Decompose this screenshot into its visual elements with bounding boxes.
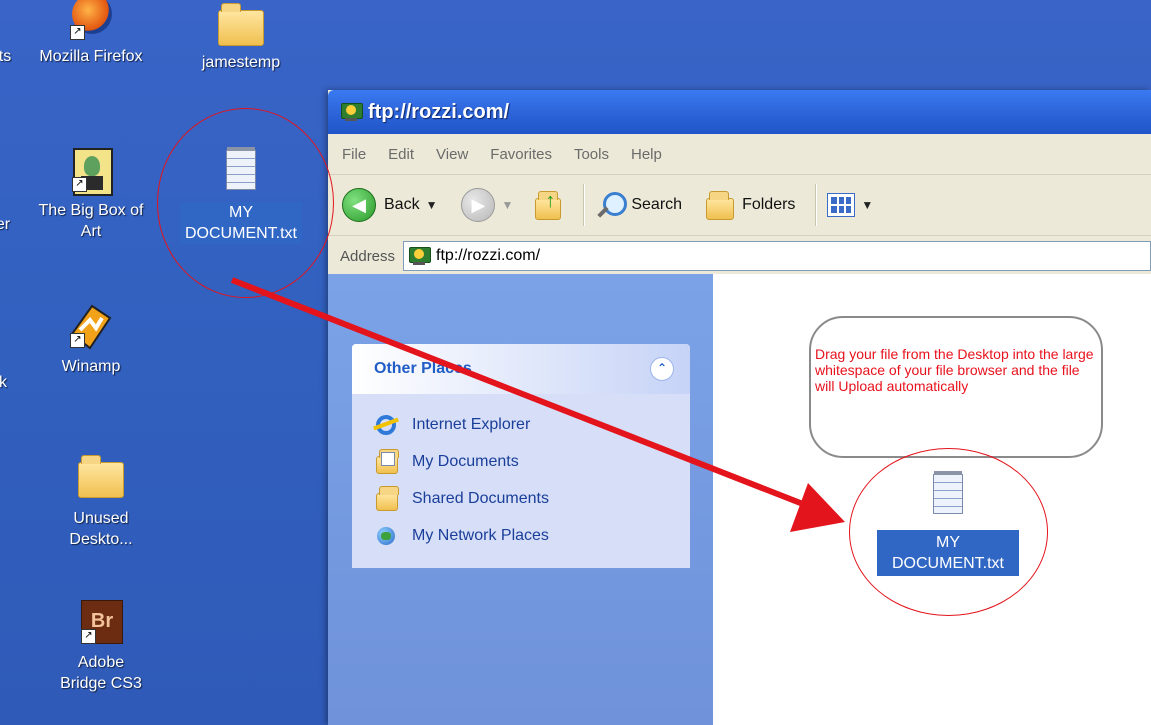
folders-icon — [702, 190, 736, 220]
toolbar: ◀ Back ▼ ▶ ▼ ↑ Search Folders ▼ — [328, 175, 1151, 236]
search-icon — [595, 190, 628, 220]
desktop-icon-adobe-bridge[interactable]: Br ↗ Adobe Bridge CS3 — [36, 598, 166, 694]
desktop-icon-label: ts — [0, 48, 12, 65]
place-label: My Network Places — [412, 526, 549, 544]
chevron-down-icon[interactable]: ▼ — [426, 198, 438, 212]
desktop-icon-unused-desktop[interactable]: Unused Deskto... — [36, 454, 166, 550]
desktop-icon-winamp[interactable]: ↗ Winamp — [26, 304, 156, 377]
chevron-down-icon[interactable]: ▼ — [861, 198, 873, 212]
title-bar[interactable]: ftp://rozzi.com/ — [328, 90, 1151, 134]
window-title: ftp://rozzi.com/ — [368, 100, 510, 123]
chevron-down-icon[interactable]: ▼ — [501, 198, 513, 212]
task-pane: Other Places ⌃ Internet Explorer My Docu… — [328, 274, 713, 725]
place-internet-explorer[interactable]: Internet Explorer — [352, 406, 690, 443]
desktop-icon-label: The Big Box of Art — [38, 202, 144, 240]
forward-arrow-icon: ▶ — [461, 188, 496, 222]
folders-label: Folders — [742, 196, 796, 213]
address-field[interactable]: ftp://rozzi.com/ — [403, 241, 1151, 271]
menu-tools[interactable]: Tools — [574, 146, 609, 163]
desktop-icon-jamestemp[interactable]: jamestemp — [176, 3, 306, 73]
adobe-bridge-icon: Br ↗ — [79, 598, 123, 646]
other-places-title: Other Places — [374, 360, 472, 377]
place-label: My Documents — [412, 452, 519, 470]
desktop-icon-label: Mozilla Firefox — [39, 48, 143, 65]
search-button[interactable]: Search — [595, 190, 682, 220]
my-documents-icon — [376, 448, 399, 474]
up-folder-button[interactable]: ↑ — [533, 190, 563, 220]
menu-view[interactable]: View — [436, 146, 468, 163]
address-value: ftp://rozzi.com/ — [436, 247, 541, 264]
desktop-icon-big-box-of-art[interactable]: ↗ The Big Box of Art — [26, 148, 156, 242]
address-label: Address — [340, 247, 396, 265]
back-arrow-icon: ◀ — [342, 188, 376, 222]
menu-favorites[interactable]: Favorites — [490, 146, 552, 163]
network-globe-icon — [376, 526, 398, 546]
views-button[interactable]: ▼ — [827, 193, 873, 217]
place-label: Internet Explorer — [412, 415, 531, 433]
search-label: Search — [631, 196, 683, 213]
shared-folder-icon — [376, 485, 399, 511]
place-label: Shared Documents — [412, 489, 549, 507]
instruction-callout: Drag your file from the Desktop into the… — [809, 316, 1103, 458]
up-folder-icon: ↑ — [533, 190, 563, 220]
address-bar: Address ftp://rozzi.com/ — [328, 236, 1151, 277]
menu-help[interactable]: Help — [631, 146, 662, 163]
winamp-icon: ↗ — [68, 304, 114, 350]
place-my-documents[interactable]: My Documents — [352, 443, 690, 480]
forward-button[interactable]: ▶ ▼ — [461, 188, 513, 222]
portrait-icon: ↗ — [70, 148, 113, 196]
other-places-panel: Other Places ⌃ Internet Explorer My Docu… — [352, 344, 690, 568]
folder-icon — [218, 3, 264, 46]
toolbar-separator — [583, 184, 586, 226]
back-label: Back — [384, 196, 420, 213]
annotation-circle-desktop — [157, 108, 334, 298]
desktop-icon-firefox[interactable]: ↗ Mozilla Firefox — [26, 0, 156, 67]
place-shared-documents[interactable]: Shared Documents — [352, 480, 690, 517]
menu-file[interactable]: File — [342, 146, 366, 163]
ftp-site-icon — [408, 247, 432, 265]
desktop-icon-label: Adobe Bridge CS3 — [60, 654, 142, 692]
annotation-circle-ftp — [849, 448, 1048, 616]
menu-edit[interactable]: Edit — [388, 146, 414, 163]
desktop-icon-label: Unused Deskto... — [69, 510, 133, 548]
folder-icon — [78, 454, 124, 502]
collapse-chevron-icon[interactable]: ⌃ — [650, 357, 674, 381]
back-button[interactable]: ◀ Back ▼ — [342, 188, 437, 222]
folders-button[interactable]: Folders — [702, 190, 795, 220]
instruction-text: Drag your file from the Desktop into the… — [815, 346, 1094, 394]
other-places-header[interactable]: Other Places ⌃ — [352, 344, 690, 394]
desktop-icon-label: Winamp — [61, 358, 121, 375]
desktop-icon-label: k — [0, 374, 7, 391]
place-my-network-places[interactable]: My Network Places — [352, 517, 690, 554]
explorer-window: ftp://rozzi.com/ File Edit View Favorite… — [328, 90, 1151, 725]
ftp-site-icon — [340, 103, 363, 121]
internet-explorer-icon — [373, 414, 399, 435]
desktop-icon-label: er — [0, 216, 11, 233]
firefox-icon: ↗ — [68, 0, 114, 40]
menu-bar: File Edit View Favorites Tools Help — [328, 134, 1151, 175]
toolbar-separator — [815, 184, 818, 226]
views-icon — [827, 193, 856, 217]
desktop-icon-label: jamestemp — [201, 54, 281, 71]
